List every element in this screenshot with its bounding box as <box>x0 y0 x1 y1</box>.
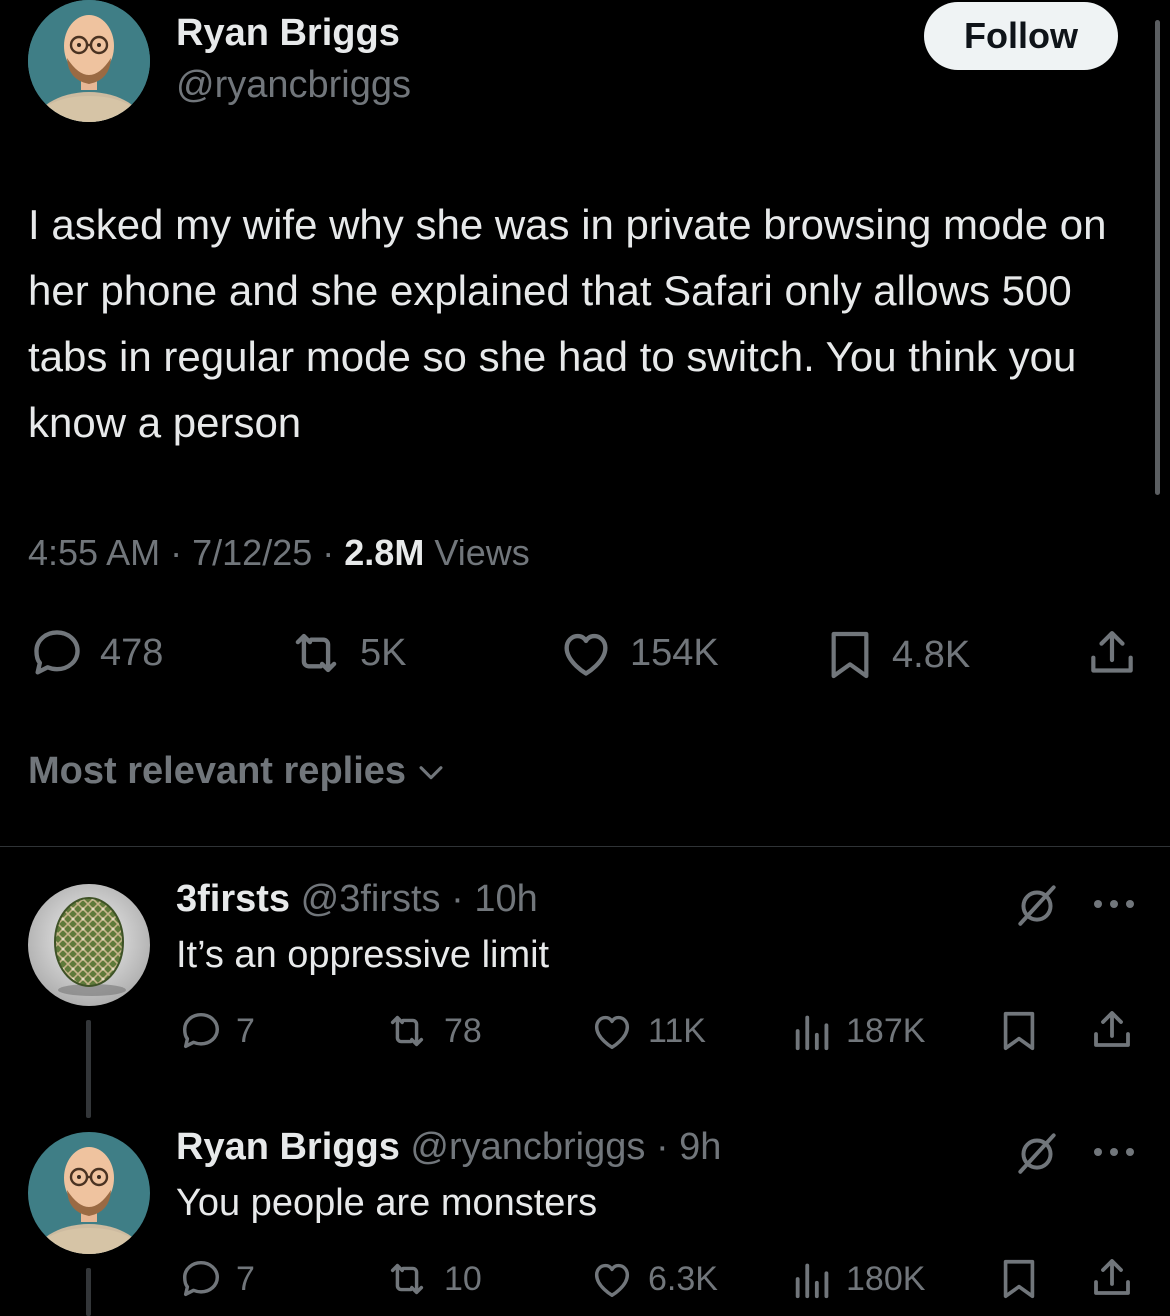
reply-icon <box>182 1260 220 1297</box>
share-button[interactable] <box>1088 1006 1136 1054</box>
follow-button[interactable]: Follow <box>924 2 1118 70</box>
like-count: 6.3K <box>648 1259 718 1298</box>
grok-icon <box>1018 885 1056 926</box>
views-button[interactable]: 187K <box>790 1008 925 1054</box>
reply-text: You people are monsters <box>176 1182 598 1224</box>
meta-separator: · <box>451 878 464 920</box>
reply-button[interactable]: 478 <box>28 624 163 682</box>
like-button[interactable]: 6.3K <box>586 1256 718 1302</box>
grok-button[interactable] <box>1012 880 1062 935</box>
bookmark-icon <box>1003 1011 1035 1051</box>
grok-icon <box>1018 1133 1056 1174</box>
more-icon <box>1094 1148 1134 1156</box>
like-count: 154K <box>630 631 719 674</box>
thread-line <box>86 1268 91 1316</box>
like-button[interactable]: 11K <box>586 1008 706 1054</box>
divider <box>0 846 1170 847</box>
bookmark-button[interactable] <box>996 1254 1042 1304</box>
reply-author-handle[interactable]: @ryancbriggs <box>410 1126 645 1168</box>
more-button[interactable] <box>1090 1132 1138 1177</box>
thread-line <box>86 1020 91 1118</box>
views-count: 187K <box>846 1011 926 1050</box>
meta-separator: · <box>655 1126 669 1168</box>
more-icon <box>1094 900 1134 908</box>
like-count: 11K <box>648 1011 706 1050</box>
like-icon <box>594 1263 630 1298</box>
share-icon <box>1094 1011 1130 1047</box>
reply-button[interactable]: 7 <box>176 1256 255 1302</box>
reply-count: 478 <box>100 631 164 674</box>
author-avatar[interactable] <box>28 0 150 122</box>
scrollbar[interactable] <box>1155 20 1160 495</box>
bookmark-icon <box>831 631 869 679</box>
author-handle[interactable]: @ryancbriggs <box>176 64 411 107</box>
reply-header: Ryan Briggs @ryancbriggs · 9h <box>176 1126 721 1169</box>
repost-count: 78 <box>444 1011 482 1050</box>
replies-sort-dropdown[interactable]: Most relevant replies <box>28 750 448 793</box>
bookmark-count: 4.8K <box>892 633 971 676</box>
share-button[interactable] <box>1088 1254 1136 1302</box>
repost-icon <box>295 633 337 673</box>
reply-icon <box>34 630 80 675</box>
tweet-text: I asked my wife why she was in private b… <box>28 201 1107 446</box>
repost-count: 5K <box>360 631 407 674</box>
reply-header: 3firsts @3firsts · 10h <box>176 878 538 921</box>
repost-count: 10 <box>444 1259 482 1298</box>
reply-author-name[interactable]: 3firsts <box>176 878 290 920</box>
share-icon <box>1094 1259 1130 1295</box>
meta-separator: · <box>322 532 335 573</box>
tweet-time[interactable]: 4:55 AM <box>28 532 160 573</box>
reply-avatar[interactable] <box>28 884 150 1006</box>
reply-avatar[interactable] <box>28 1132 150 1254</box>
like-icon <box>594 1015 630 1050</box>
share-icon <box>1091 631 1133 673</box>
repost-button[interactable]: 5K <box>286 624 406 682</box>
like-icon <box>564 633 608 676</box>
views-count: 2.8M <box>344 532 425 573</box>
share-button[interactable] <box>1084 624 1140 682</box>
chevron-down-icon <box>419 765 443 779</box>
reply-time[interactable]: 9h <box>679 1126 721 1168</box>
views-count: 180K <box>846 1259 926 1298</box>
reply-count: 7 <box>236 1011 255 1050</box>
repost-icon <box>390 1015 424 1047</box>
bookmark-button[interactable] <box>996 1006 1042 1056</box>
reply-time[interactable]: 10h <box>474 878 537 920</box>
views-icon <box>795 1015 829 1051</box>
more-button[interactable] <box>1090 884 1138 929</box>
repost-button[interactable]: 10 <box>380 1256 482 1302</box>
reply-text: It’s an oppressive limit <box>176 934 550 976</box>
grok-button[interactable] <box>1012 1128 1062 1183</box>
reply-icon <box>182 1012 220 1049</box>
tweet-date[interactable]: 7/12/25 <box>192 532 312 573</box>
bookmark-button[interactable]: 4.8K <box>822 624 970 686</box>
repost-icon <box>390 1263 424 1295</box>
author-name[interactable]: Ryan Briggs <box>176 12 400 55</box>
reply-button[interactable]: 7 <box>176 1008 255 1054</box>
views-button[interactable]: 180K <box>790 1256 925 1302</box>
tweet-meta: 4:55 AM · 7/12/25 · 2.8M Views <box>28 532 530 574</box>
views-label: Views <box>434 532 530 573</box>
like-button[interactable]: 154K <box>556 624 719 682</box>
bookmark-icon <box>1003 1259 1035 1299</box>
reply-count: 7 <box>236 1259 255 1298</box>
reply-author-handle[interactable]: @3firsts <box>301 878 441 920</box>
meta-separator: · <box>170 532 183 573</box>
views-icon <box>795 1263 829 1299</box>
repost-button[interactable]: 78 <box>380 1008 482 1054</box>
reply-author-name[interactable]: Ryan Briggs <box>176 1126 400 1168</box>
replies-sort-label: Most relevant replies <box>28 750 407 792</box>
